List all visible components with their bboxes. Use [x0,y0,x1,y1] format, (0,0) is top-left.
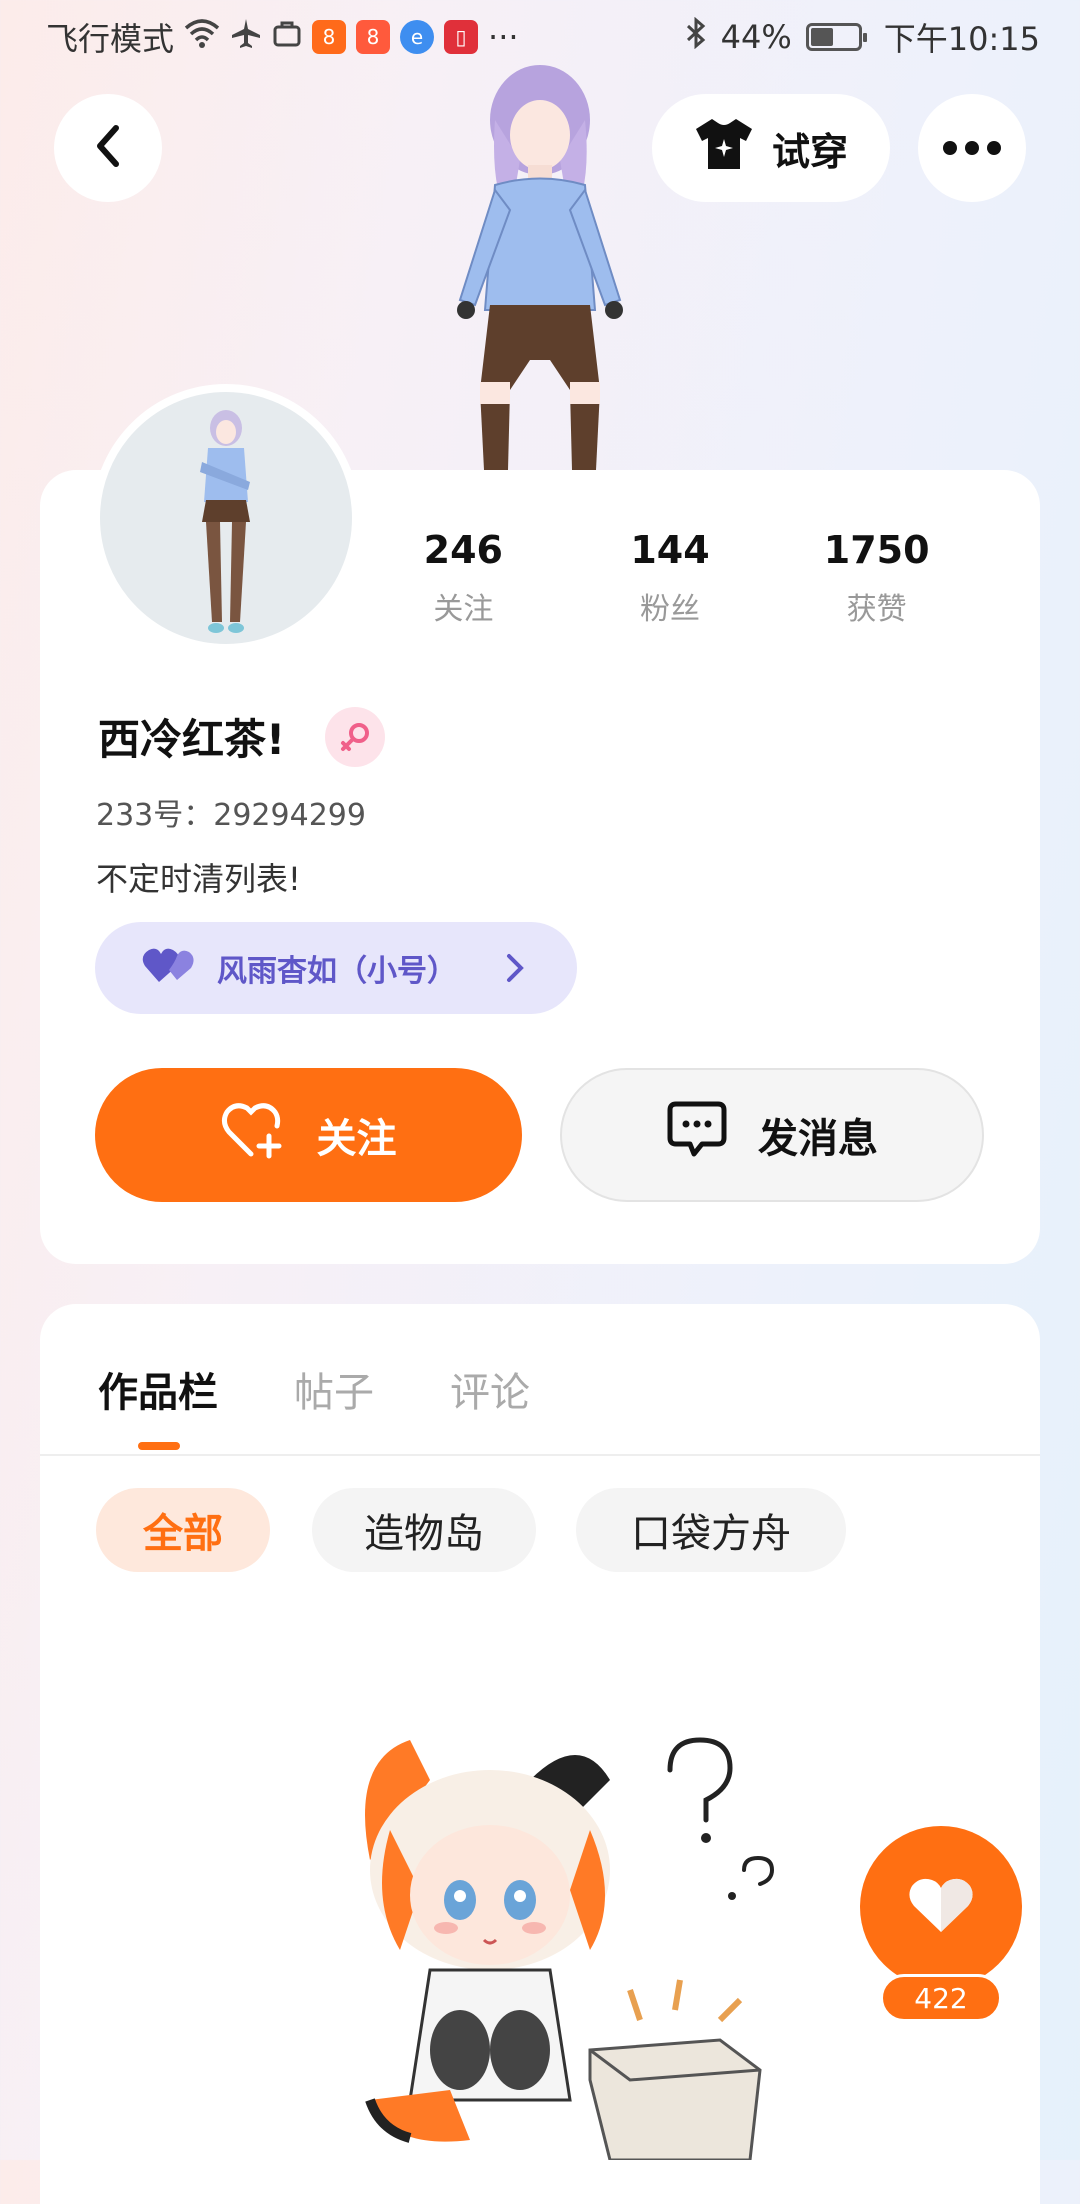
stat-value: 246 [423,528,503,572]
more-options-button[interactable] [918,94,1026,202]
heart-plus-icon [221,1100,287,1170]
app-notification-icon: 8 [312,20,347,54]
battery-percent: 44% [720,18,792,56]
back-button[interactable] [54,94,162,202]
status-left: 飞行模式 8 8 e ▯ ··· [46,14,519,60]
stat-label: 关注 [433,592,494,627]
filter-all[interactable]: 全部 [96,1488,270,1572]
tab-posts[interactable]: 帖子 [294,1360,374,1418]
stat-value: 144 [630,528,710,572]
stat-fans[interactable]: 144 粉丝 [580,528,760,628]
more-dot [965,141,979,155]
tab-works[interactable]: 作品栏 [98,1360,218,1418]
chat-bubble-icon [666,1100,728,1170]
empty-state-illustration [365,1737,775,2160]
stat-value: 1750 [823,528,930,572]
airplane-mode-text: 飞行模式 [46,20,175,58]
heart-icon [906,1874,976,1940]
follow-label: 关注 [316,1116,397,1162]
tab-comments[interactable]: 评论 [450,1360,530,1418]
chevron-right-icon [503,948,527,996]
active-tab-indicator [138,1442,180,1450]
like-count-badge: 422 [880,1974,1002,2022]
stat-label: 粉丝 [639,592,700,627]
avatar-image [200,410,250,633]
double-heart-icon [141,944,197,992]
filter-pocket-ark[interactable]: 口袋方舟 [576,1488,846,1572]
try-on-label: 试穿 [771,129,848,174]
status-right: 44% 下午10:15 [685,14,1040,60]
more-notifications: ··· [488,18,519,56]
user-name-row: 西冷红茶! [98,706,386,767]
wifi-icon [184,18,220,56]
bag-icon [272,18,302,56]
user-name: 西冷红茶! [98,715,286,764]
stat-likes[interactable]: 1750 获赞 [787,528,967,628]
tshirt-icon [694,117,754,180]
send-message-button[interactable]: 发消息 [560,1068,984,1202]
battery-icon [805,23,867,51]
avatar[interactable] [92,384,360,652]
linked-account-button[interactable]: 风雨杳如（小号） [95,922,577,1014]
try-on-button[interactable]: 试穿 [652,94,890,202]
female-icon [325,706,386,767]
works-tabs: 作品栏 帖子 评论 [40,1304,1040,1456]
stat-following[interactable]: 246 关注 [373,528,553,628]
stat-label: 获赞 [846,592,907,627]
book-icon: ▯ [444,20,479,54]
more-dot [987,141,1001,155]
filter-creation-island[interactable]: 造物岛 [312,1488,536,1572]
bluetooth-icon [685,16,707,57]
chevron-left-icon [90,122,126,174]
follow-button[interactable]: 关注 [95,1068,522,1202]
stats-row: 246 关注 144 粉丝 1750 获赞 [360,528,980,628]
like-button[interactable] [860,1826,1022,1988]
user-bio: 不定时清列表! [96,860,301,898]
airplane-icon [230,17,262,57]
user-id: 233号：29294299 [96,798,366,833]
browser-icon: e [400,20,435,54]
avatar-3d-figure [457,65,623,470]
app-notification-icon: 8 [356,20,391,54]
send-message-label: 发消息 [758,1116,878,1162]
clock: 下午10:15 [883,20,1040,58]
more-dot [943,141,957,155]
linked-account-name: 风雨杳如（小号） [217,954,457,989]
